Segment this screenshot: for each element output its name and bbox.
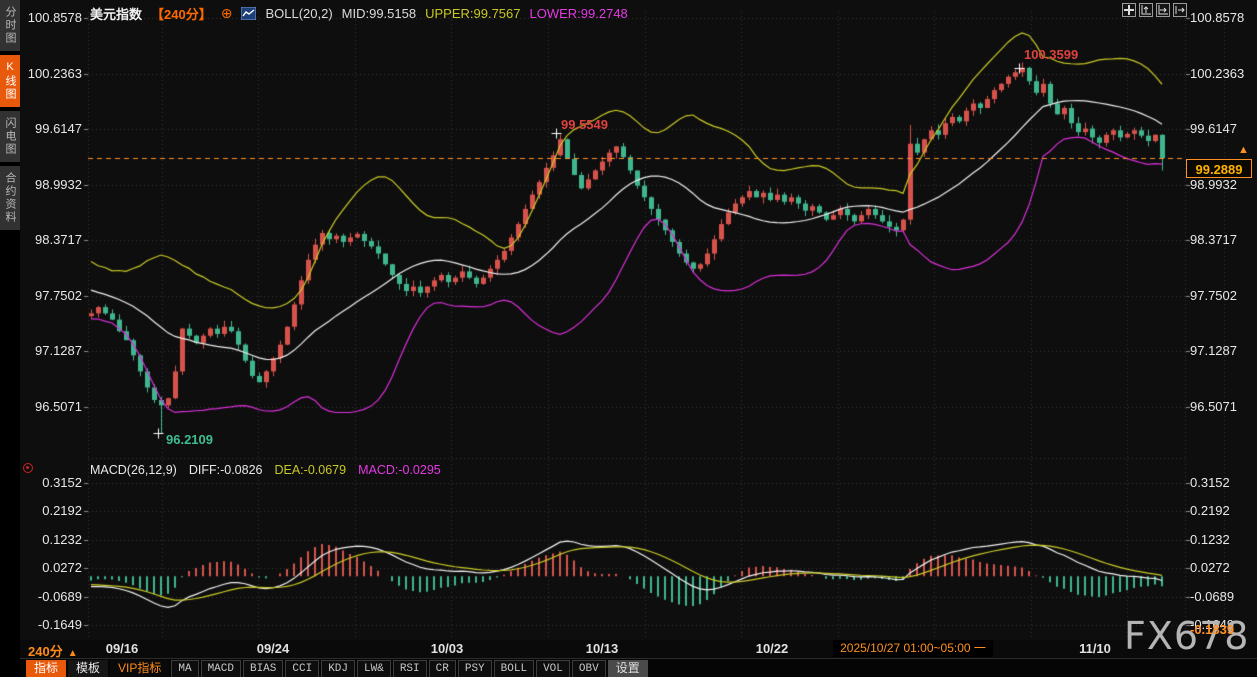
pan-crosshair-icon[interactable] — [1122, 3, 1136, 17]
toolbar-button[interactable]: 模板 — [68, 660, 109, 677]
add-indicator-icon[interactable]: ⊕ — [221, 6, 233, 20]
price-axis-label: 97.1287 — [1190, 343, 1237, 358]
date-axis-label: 10/13 — [585, 641, 619, 656]
toolbar-button[interactable]: 设置 — [607, 660, 648, 677]
date-axis-label: 10/03 — [430, 641, 464, 656]
price-axis-label: 99.6147 — [35, 121, 82, 136]
timeframe-tag-label: 240分 — [28, 644, 63, 659]
chart-canvas[interactable] — [0, 0, 1257, 677]
date-axis-label: 09/16 — [105, 641, 139, 656]
boll-lower-value: LOWER:99.2748 — [529, 6, 628, 21]
sidebar-tab-time-share-chart[interactable]: 分时图 — [0, 0, 20, 51]
macd-current-extreme-label: -0.1839 — [1190, 622, 1235, 637]
price-axis-label: 100.2363 — [27, 65, 82, 81]
toolbar-button[interactable]: LW& — [357, 660, 391, 677]
price-axis-label: 98.9932 — [35, 176, 82, 192]
chart-header: 美元指数 【240分】 ⊕ BOLL(20,2) MID:99.5158 UPP… — [90, 4, 628, 23]
swing-low-annotation: 96.2109 — [166, 432, 213, 447]
toolbar-button[interactable]: RSI — [392, 660, 427, 677]
trading-app-window: 分时图 K线图闪电图合约资料 美元指数 【240分】 ⊕ BOLL(20,2) M… — [0, 0, 1257, 677]
price-axis-label: 96.5071 — [35, 398, 82, 414]
macd-axis-label: 0.2192 — [42, 503, 82, 519]
price-axis-label: 98.3717 — [1190, 232, 1237, 247]
price-axis-label: 100.2363 — [1190, 65, 1245, 81]
boll-upper-value: UPPER:99.7567 — [425, 6, 521, 21]
toolbar-button[interactable]: MA — [171, 660, 199, 677]
zoom-vertical-icon[interactable] — [1139, 3, 1153, 17]
boll-mid-value: MID:99.5158 — [341, 6, 417, 21]
chart-type-icon[interactable] — [240, 6, 257, 21]
price-axis-label: 99.6147 — [1190, 121, 1237, 136]
toolbar-button[interactable]: VOL — [536, 660, 570, 677]
macd-diff-value: DIFF:-0.0826 — [188, 463, 263, 477]
date-axis-label: 10/22 — [755, 641, 789, 656]
toolbar-button[interactable]: KDJ — [321, 660, 356, 677]
toolbar-button[interactable]: BIAS — [242, 660, 284, 677]
price-axis-label: 97.1287 — [35, 343, 82, 358]
macd-axis-label: 0.0272 — [42, 560, 82, 576]
toolbar-button[interactable]: MACD — [200, 660, 241, 677]
exit-fullscreen-icon[interactable] — [1173, 3, 1187, 17]
macd-axis-label: 0.1232 — [1190, 531, 1230, 547]
symbol-title: 美元指数 — [90, 7, 143, 22]
macd-axis-label: -0.0689 — [37, 588, 82, 604]
chart-window-controls — [1122, 3, 1187, 17]
swing-high-annotation: 99.5549 — [561, 117, 608, 132]
macd-pane-marker-icon[interactable] — [23, 463, 33, 473]
price-axis-label: 98.3717 — [35, 232, 82, 247]
price-axis-label: 100.8578 — [27, 10, 82, 25]
toolbar-button[interactable]: OBV — [571, 660, 606, 677]
date-axis-label: 11/10 — [1079, 641, 1111, 656]
price-axis-label: 100.8578 — [1190, 10, 1245, 25]
toolbar-button[interactable]: 指标 — [26, 660, 67, 677]
timeframe-tag[interactable]: 240分 ▲ — [28, 641, 78, 660]
price-axis-label: 97.7502 — [1190, 287, 1237, 303]
toolbar-button[interactable]: BOLL — [493, 660, 535, 677]
macd-label: MACD(26,12,9) — [90, 463, 177, 477]
indicator-toolbar: 指标 模板 VIP指标 MA MACD BIAS CCI KDJ LW& RSI CR PSY BOLL… — [26, 660, 648, 677]
macd-axis-label: 0.3152 — [1190, 475, 1230, 490]
toolbar-button[interactable]: CCI — [285, 660, 320, 677]
boll-label: BOLL(20,2) — [265, 6, 333, 21]
date-axis-label: 09/24 — [256, 641, 290, 656]
hovered-candle-datetime: 2025/10/27 01:00~05:00 一 — [833, 640, 993, 657]
sidebar: 分时图 K线图闪电图合约资料 — [0, 0, 20, 677]
price-axis-label: 97.7502 — [35, 287, 82, 303]
macd-header: MACD(26,12,9) DIFF:-0.0826 DEA:-0.0679 M… — [90, 463, 441, 477]
macd-axis-label: 0.0272 — [1190, 560, 1230, 576]
sidebar-tab-kline-chart[interactable]: K线图 — [0, 55, 20, 107]
price-axis-label: 96.5071 — [1190, 398, 1237, 414]
toolbar-button[interactable]: VIP指标 — [110, 660, 170, 677]
peak-high-annotation: 100.3599 — [1024, 47, 1079, 62]
sidebar-tab-flash-chart[interactable]: 闪电图 — [0, 111, 20, 162]
price-up-arrow-icon: ▲ — [1238, 144, 1249, 156]
zoom-horizontal-icon[interactable] — [1156, 3, 1170, 17]
macd-axis-label: 0.1232 — [42, 531, 82, 547]
macd-axis-label: 0.2192 — [1190, 503, 1230, 519]
sidebar-tab-contract-info[interactable]: 合约资料 — [0, 166, 20, 230]
macd-axis-label: -0.1649 — [37, 617, 82, 632]
toolbar-button[interactable]: PSY — [457, 660, 492, 677]
current-price-label: 99.2889 — [1186, 159, 1252, 178]
toolbar-button[interactable]: CR — [428, 660, 456, 677]
macd-axis-label: 0.3152 — [42, 475, 82, 490]
timeframe-label: 【240分】 — [151, 7, 212, 22]
macd-dea-value: DEA:-0.0679 — [274, 463, 347, 477]
macd-hist-value: MACD:-0.0295 — [358, 463, 441, 477]
macd-axis-label: -0.0689 — [1190, 588, 1235, 604]
timeframe-dropdown-arrow-icon: ▲ — [67, 648, 78, 659]
